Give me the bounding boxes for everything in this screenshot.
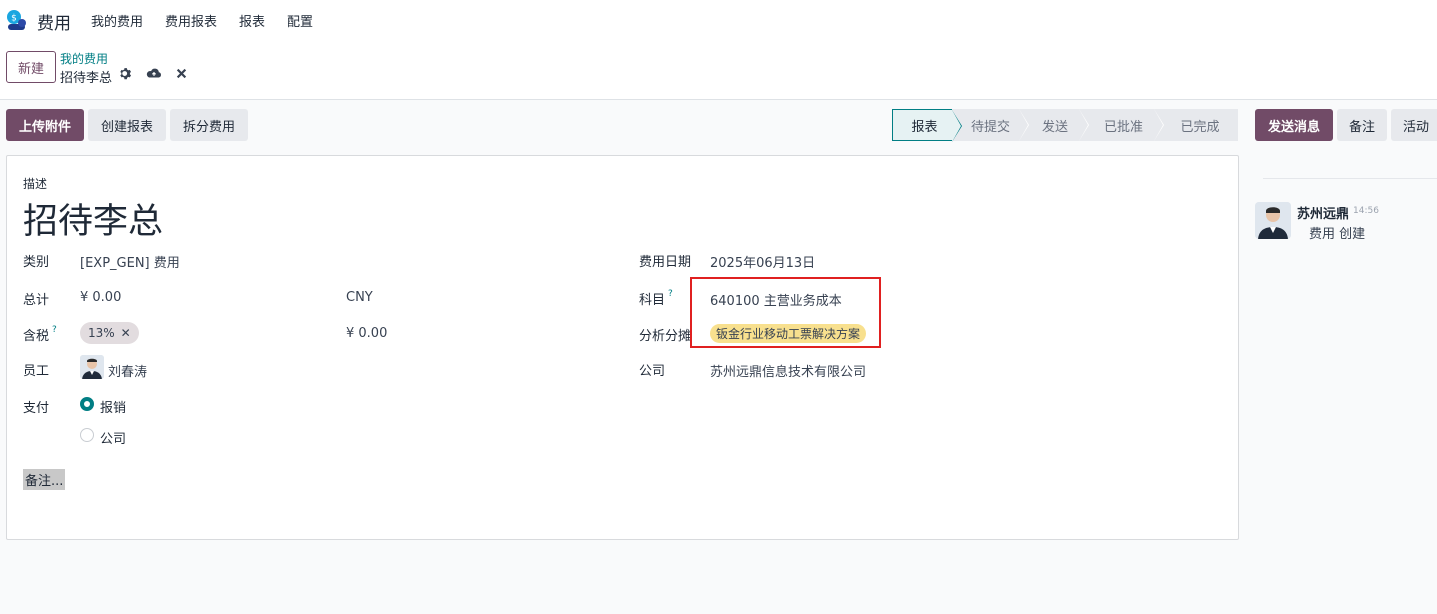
app-name[interactable]: 费用 [37, 9, 71, 34]
notes-field[interactable]: 备注... [23, 469, 66, 490]
log-note-button[interactable]: 备注 [1337, 109, 1387, 141]
top-navbar: $ 费用 我的费用 费用报表 报表 配置 [0, 0, 1437, 40]
message-author[interactable]: 苏州远鼎 [1297, 203, 1349, 222]
gear-icon[interactable] [119, 67, 132, 84]
date-field[interactable]: 2025年06月13日 [710, 252, 815, 271]
new-button[interactable]: 新建 [6, 51, 56, 83]
save-cloud-icon[interactable] [146, 67, 162, 84]
company-label: 公司 [639, 364, 666, 379]
payment-option-company[interactable]: 公司 [100, 428, 126, 447]
menu-configuration[interactable]: 配置 [287, 11, 313, 30]
annotation-highlight-box [690, 277, 881, 348]
record-actions [119, 67, 201, 84]
total-label: 总计 [23, 293, 50, 308]
help-icon[interactable]: ? [668, 289, 673, 299]
menu-expense-reports[interactable]: 费用报表 [165, 11, 217, 30]
category-field[interactable]: [EXP_GEN] 费用 [80, 252, 180, 271]
main-menu: 我的费用 费用报表 报表 配置 [91, 11, 335, 30]
employee-label: 员工 [23, 364, 50, 379]
author-avatar[interactable] [1255, 202, 1291, 239]
expense-title[interactable]: 招待李总 [23, 193, 163, 244]
help-icon[interactable]: ? [52, 325, 57, 335]
expenses-app-icon[interactable]: $ [5, 9, 27, 31]
stage-approved[interactable]: 已批准 [1079, 109, 1164, 141]
date-label: 费用日期 [639, 255, 692, 270]
tax-label: 含税? [23, 325, 57, 344]
payment-label: 支付 [23, 401, 50, 416]
create-report-button[interactable]: 创建报表 [88, 109, 166, 141]
tax-amount: ¥ 0.00 [346, 326, 388, 341]
employee-avatar [80, 355, 104, 379]
currency-field[interactable]: CNY [346, 290, 373, 305]
control-panel: 新建 我的费用 招待李总 [0, 40, 1437, 100]
total-field[interactable]: ¥ 0.00 [80, 290, 121, 305]
analytic-label: 分析分摊 [639, 329, 692, 344]
send-message-button[interactable]: 发送消息 [1255, 109, 1333, 141]
breadcrumb-parent[interactable]: 我的费用 [60, 50, 108, 67]
employee-field[interactable]: 刘春涛 [108, 361, 147, 380]
stage-to-submit[interactable]: 待提交 [952, 109, 1029, 141]
payment-option-own[interactable]: 报销 [100, 397, 126, 416]
message-time: 14:56 [1353, 206, 1379, 216]
stage-report[interactable]: 报表 [892, 109, 962, 142]
upload-attachment-button[interactable]: 上传附件 [6, 109, 84, 141]
account-label: 科目? [639, 289, 673, 308]
status-bar: 报表 待提交 发送 已批准 已完成 [892, 109, 1238, 142]
svg-text:$: $ [11, 14, 17, 24]
tax-tag: 13% ✕ [80, 322, 139, 344]
discard-icon[interactable] [176, 68, 187, 83]
message-body: 费用 创建 [1309, 227, 1366, 242]
chatter-divider [1263, 178, 1437, 179]
payment-radio-own[interactable] [80, 397, 94, 411]
breadcrumb-current: 招待李总 [60, 71, 113, 86]
stage-done[interactable]: 已完成 [1154, 109, 1238, 141]
description-label: 描述 [23, 177, 48, 191]
payment-radio-company[interactable] [80, 428, 94, 442]
menu-my-expenses[interactable]: 我的费用 [91, 11, 143, 30]
category-label: 类别 [23, 255, 50, 270]
company-field[interactable]: 苏州远鼎信息技术有限公司 [710, 361, 866, 380]
form-sheet [6, 155, 1239, 540]
menu-reporting[interactable]: 报表 [239, 11, 265, 30]
activity-button[interactable]: 活动 [1391, 109, 1437, 141]
remove-tag-icon[interactable]: ✕ [121, 326, 131, 340]
split-expense-button[interactable]: 拆分费用 [170, 109, 248, 141]
